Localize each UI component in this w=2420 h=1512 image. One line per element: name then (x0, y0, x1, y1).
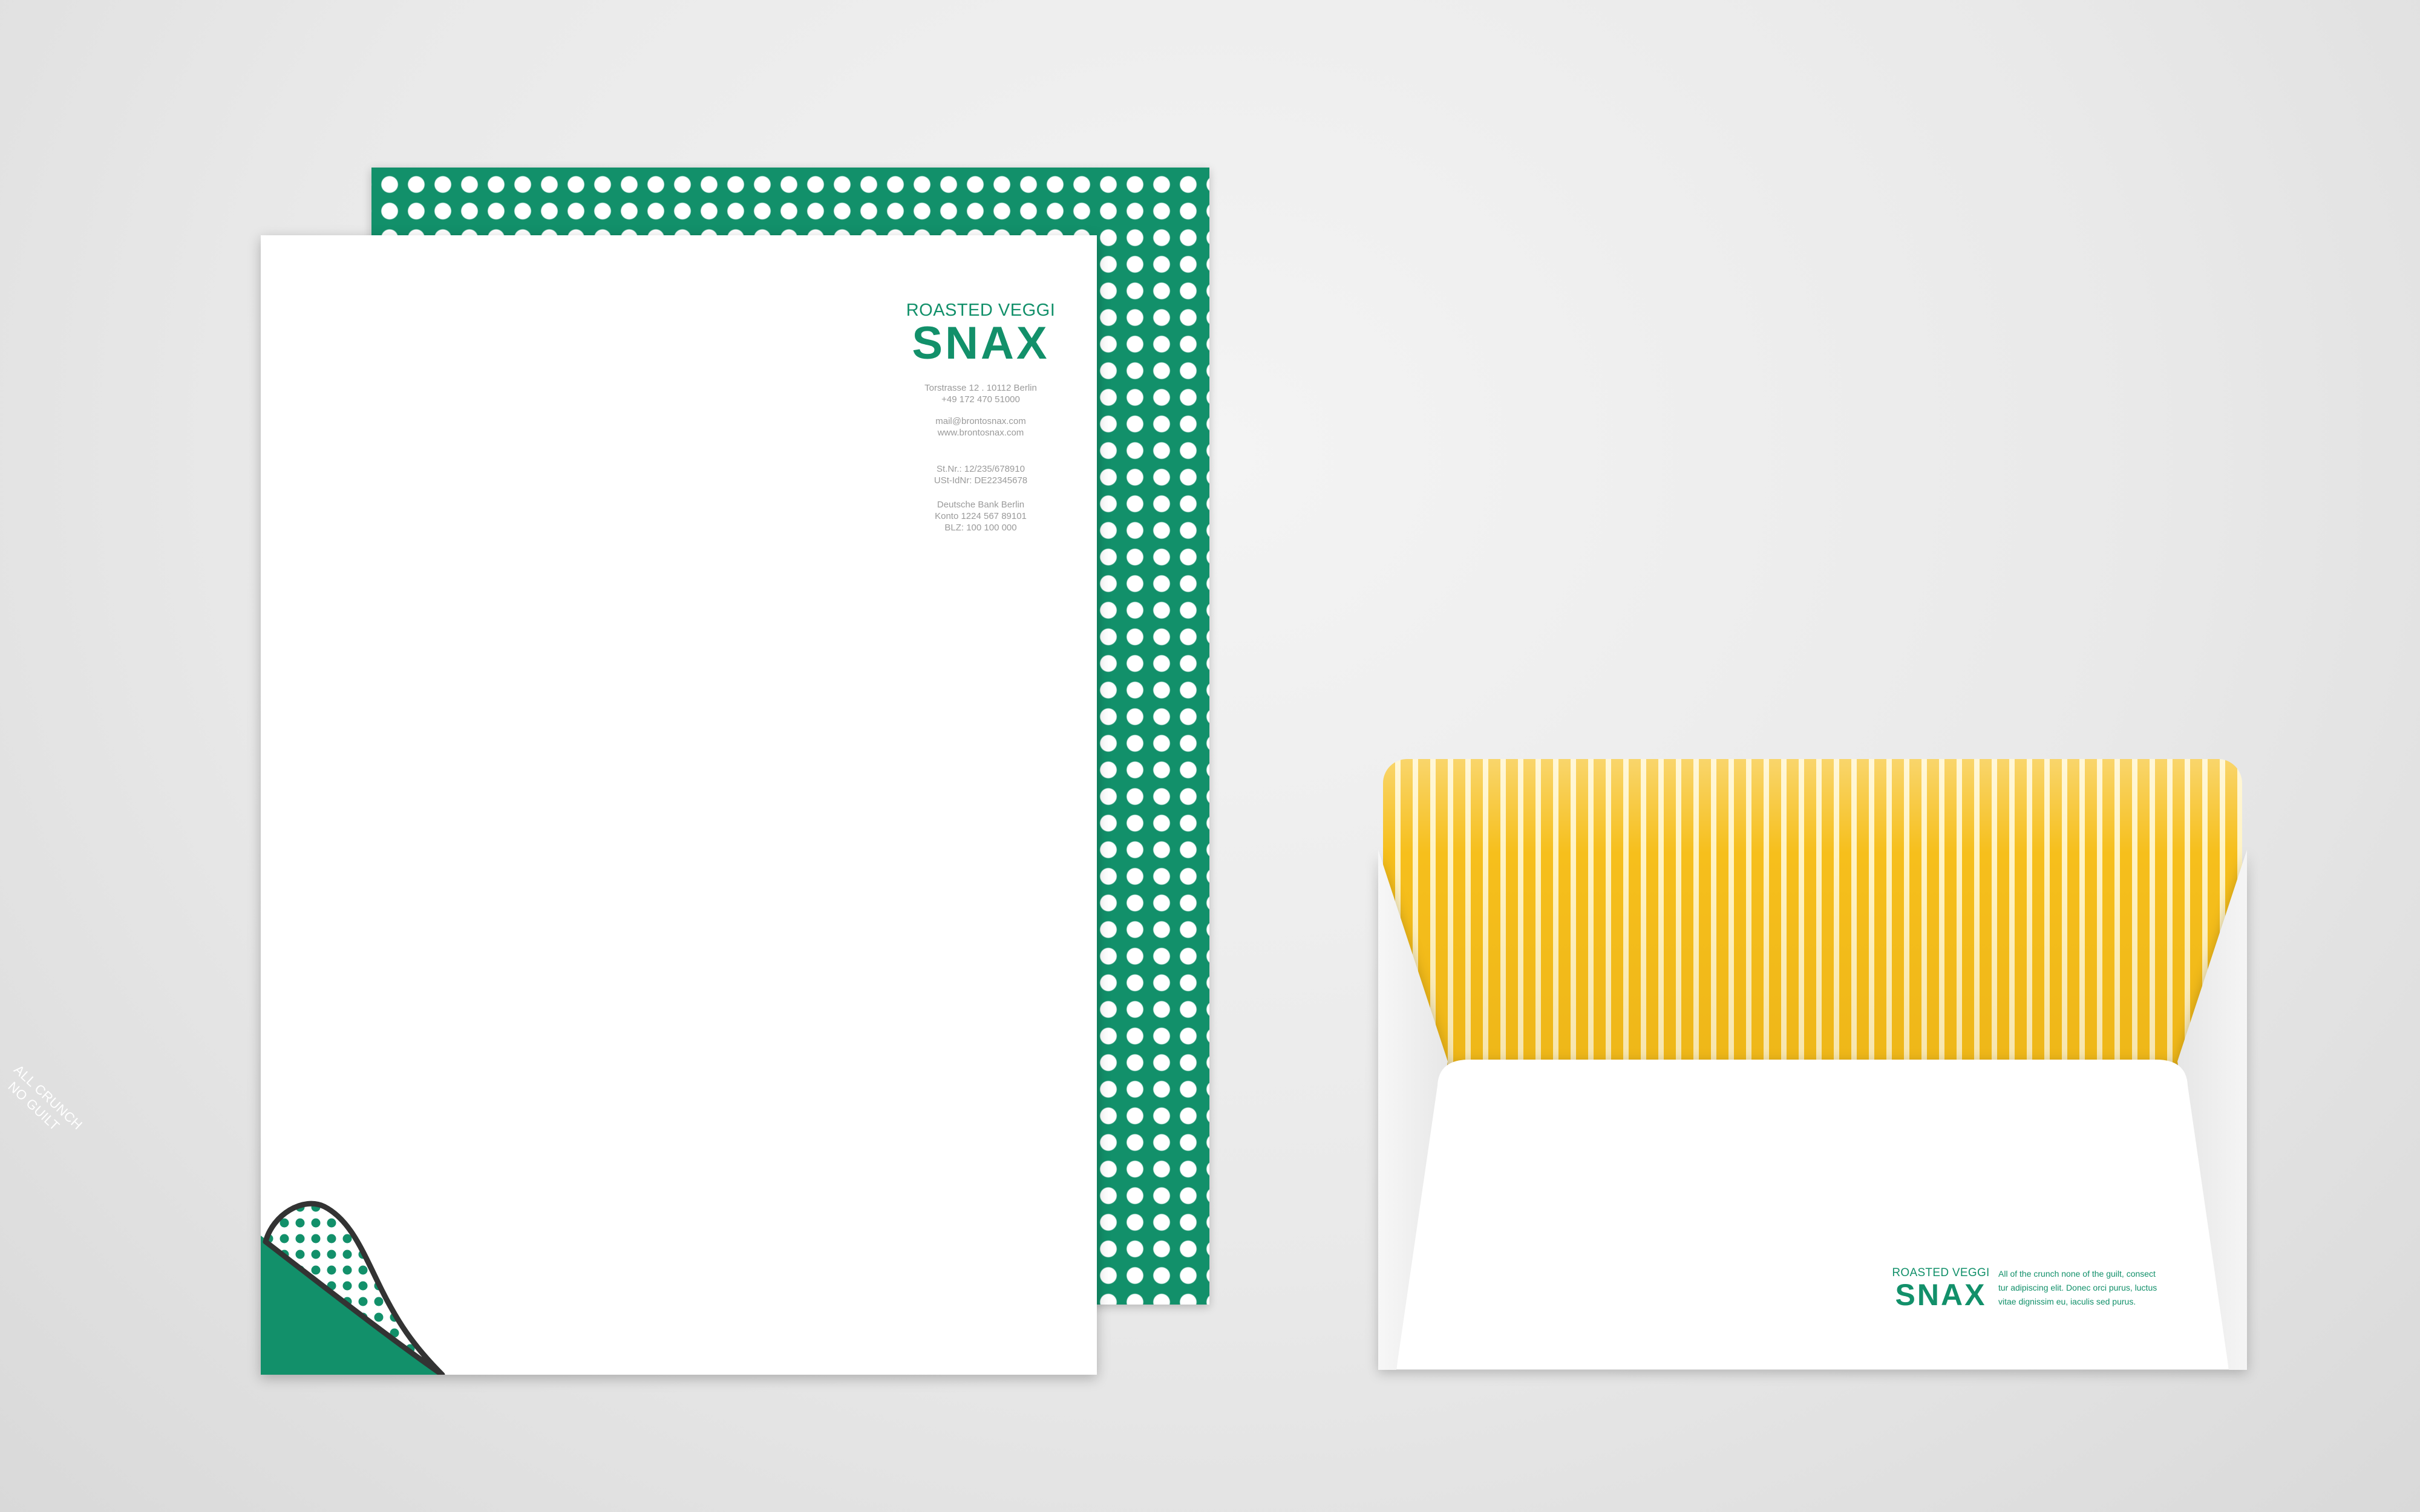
address-street: Torstrasse 12 . 10112 Berlin (924, 383, 1037, 393)
envelope: ROASTED VEGGI SNAX All of the crunch non… (1378, 759, 2247, 1370)
vat-id: USt-IdNr: DE22345678 (934, 475, 1028, 486)
envelope-tagline-line2: tur adipiscing elit. Donec orci purus, l… (1998, 1283, 2157, 1292)
letterhead-sheet: ROASTED VEGGI SNAX Torstrasse 12 . 10112… (261, 235, 1097, 1375)
envelope-front-pocket (1396, 1060, 2229, 1370)
envelope-tagline-line1: All of the crunch none of the guilt, con… (1998, 1269, 2156, 1279)
envelope-tagline-line3: vitae dignissim eu, iaculis sed purus. (1998, 1297, 2136, 1306)
contact-website: www.brontosnax.com (937, 428, 1024, 438)
page-curl-corner (261, 1201, 445, 1375)
bank-account: Konto 1224 567 89101 (935, 511, 1027, 521)
corner-slogan: ALL CRUNCH NO GUILT (0, 1061, 86, 1145)
contact-email: mail@brontosnax.com (935, 416, 1026, 426)
letterhead-logo: ROASTED VEGGI SNAX (896, 302, 1065, 367)
address-phone: +49 172 470 51000 (941, 394, 1020, 405)
envelope-logo-wordmark: SNAX (1895, 1278, 1987, 1312)
envelope-tagline: All of the crunch none of the guilt, con… (1998, 1267, 2192, 1309)
bank-blz: BLZ: 100 100 000 (944, 523, 1017, 533)
tax-number: St.Nr.: 12/235/678910 (937, 464, 1025, 474)
bank-block: Deutsche Bank Berlin Konto 1224 567 8910… (860, 499, 1097, 533)
web-block: mail@brontosnax.com www.brontosnax.com (860, 415, 1097, 438)
logo-wordmark: SNAX (912, 318, 1050, 369)
envelope-logo-tagline: ROASTED VEGGI (1892, 1266, 1990, 1279)
bank-name: Deutsche Bank Berlin (937, 500, 1025, 510)
logo-tagline: ROASTED VEGGI (906, 301, 1056, 320)
address-block: Torstrasse 12 . 10112 Berlin +49 172 470… (860, 382, 1097, 405)
tax-block: St.Nr.: 12/235/678910 USt-IdNr: DE223456… (860, 463, 1097, 486)
envelope-logo: ROASTED VEGGI SNAX (1886, 1267, 1995, 1310)
